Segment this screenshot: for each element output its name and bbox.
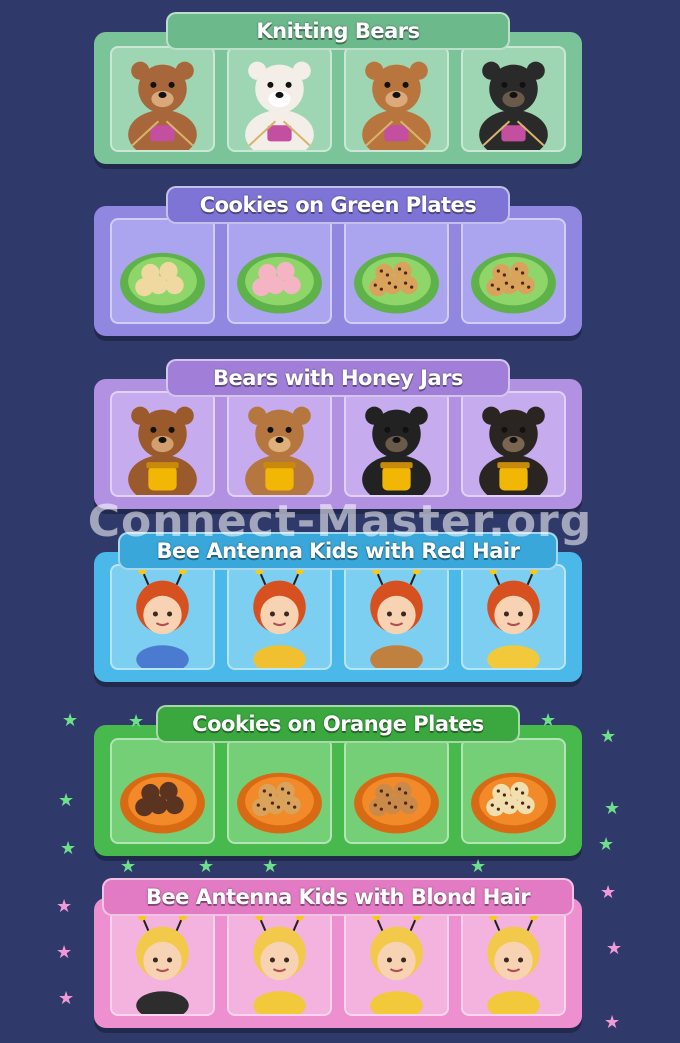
cookie-stack-orange-plate-icon — [237, 772, 322, 834]
sparkle-star-icon: ★ — [198, 856, 215, 877]
tile-4[interactable] — [461, 46, 566, 152]
brown-cub-honey-jar-icon — [245, 406, 314, 495]
sparkle-star-icon: ★ — [600, 882, 617, 903]
group-kids-blond-hair: Bee Antenna Kids with Blond Hair — [94, 878, 582, 1028]
sparkle-star-icon: ★ — [58, 988, 75, 1009]
tile-3[interactable] — [344, 564, 449, 670]
red-curly-hair-kid-bear-icon — [370, 566, 423, 668]
red-hair-girl-antenna-icon — [253, 566, 306, 668]
blond-buns-kid-antenna-icon — [253, 912, 306, 1014]
sparkle-star-icon: ★ — [470, 856, 487, 877]
shortbread-cookies-plate-icon — [120, 252, 205, 314]
sparkle-star-icon: ★ — [128, 711, 145, 732]
tile-2[interactable] — [227, 910, 332, 1016]
tile-3[interactable] — [344, 910, 449, 1016]
swirl-cookies-orange-plate-icon — [120, 772, 205, 834]
tile-1[interactable] — [110, 564, 215, 670]
black-cub-honey-jar-icon — [479, 406, 548, 495]
tile-1[interactable] — [110, 46, 215, 152]
tile-row — [110, 738, 566, 844]
sparkle-star-icon: ★ — [62, 710, 79, 731]
tile-1[interactable] — [110, 391, 215, 497]
cookies-pile-orange-plate-icon — [354, 772, 439, 834]
tile-2[interactable] — [227, 564, 332, 670]
tile-3[interactable] — [344, 218, 449, 324]
blond-curly-girl-antenna-icon — [487, 912, 540, 1014]
choc-chip-cookies-round-plate-icon — [471, 252, 556, 314]
black-bear-knitting-icon — [479, 61, 548, 150]
sparkle-star-icon: ★ — [120, 856, 137, 877]
group-knitting-bears: Knitting Bears — [94, 12, 582, 164]
tile-4[interactable] — [461, 564, 566, 670]
tile-2[interactable] — [227, 46, 332, 152]
red-bun-hair-kid-antenna-icon — [487, 566, 540, 668]
sparkle-star-icon: ★ — [56, 896, 73, 917]
group-kids-red-hair: Bee Antenna Kids with Red Hair — [94, 532, 582, 682]
sparkle-star-icon: ★ — [60, 838, 77, 859]
sparkle-star-icon: ★ — [262, 856, 279, 877]
group-title: Cookies on Orange Plates — [156, 705, 520, 743]
tile-3[interactable] — [344, 46, 449, 152]
choc-chip-cookies-plate-icon — [354, 252, 439, 314]
tile-1[interactable] — [110, 738, 215, 844]
tile-row — [110, 46, 566, 152]
tile-4[interactable] — [461, 391, 566, 497]
watermark: Connect-Master.org — [87, 496, 593, 547]
sparkle-star-icon: ★ — [600, 726, 617, 747]
tile-4[interactable] — [461, 738, 566, 844]
sparkle-star-icon: ★ — [58, 790, 75, 811]
sparkle-star-icon: ★ — [604, 1012, 621, 1033]
sparkle-star-icon: ★ — [604, 798, 621, 819]
tile-2[interactable] — [227, 218, 332, 324]
tile-2[interactable] — [227, 391, 332, 497]
sparkle-star-icon: ★ — [540, 710, 557, 731]
tile-3[interactable] — [344, 391, 449, 497]
tile-4[interactable] — [461, 218, 566, 324]
brown-bear-hat-knitting-icon — [362, 61, 431, 150]
blond-braids-girl-antenna-icon — [136, 912, 189, 1014]
group-cookies-green-plates: Cookies on Green Plates — [94, 186, 582, 336]
brown-bear-knitting-icon — [128, 61, 197, 150]
single-cookie-orange-plate-icon — [471, 772, 556, 834]
white-bear-knitting-icon — [245, 61, 314, 150]
sparkle-star-icon: ★ — [606, 938, 623, 959]
sparkle-star-icon: ★ — [56, 942, 73, 963]
group-title: Bears with Honey Jars — [166, 359, 510, 397]
group-bears-honey-jars: Bears with Honey Jars — [94, 359, 582, 509]
group-cookies-orange-plates: Cookies on Orange Plates — [94, 705, 582, 856]
tile-1[interactable] — [110, 218, 215, 324]
black-bear-honey-jar-icon — [362, 406, 431, 495]
group-title: Knitting Bears — [166, 12, 510, 50]
tile-row — [110, 910, 566, 1016]
group-title: Bee Antenna Kids with Blond Hair — [102, 878, 574, 916]
tile-4[interactable] — [461, 910, 566, 1016]
tile-1[interactable] — [110, 910, 215, 1016]
sparkle-star-icon: ★ — [598, 834, 615, 855]
cookie-tower-plate-icon — [237, 252, 322, 314]
tile-2[interactable] — [227, 738, 332, 844]
group-title: Cookies on Green Plates — [166, 186, 510, 224]
brown-bear-honey-jar-icon — [128, 406, 197, 495]
tile-row — [110, 564, 566, 670]
tile-3[interactable] — [344, 738, 449, 844]
tile-row — [110, 218, 566, 324]
red-hair-boy-antenna-icon — [136, 566, 189, 668]
tile-row — [110, 391, 566, 497]
blond-boy-antenna-icon — [370, 912, 423, 1014]
